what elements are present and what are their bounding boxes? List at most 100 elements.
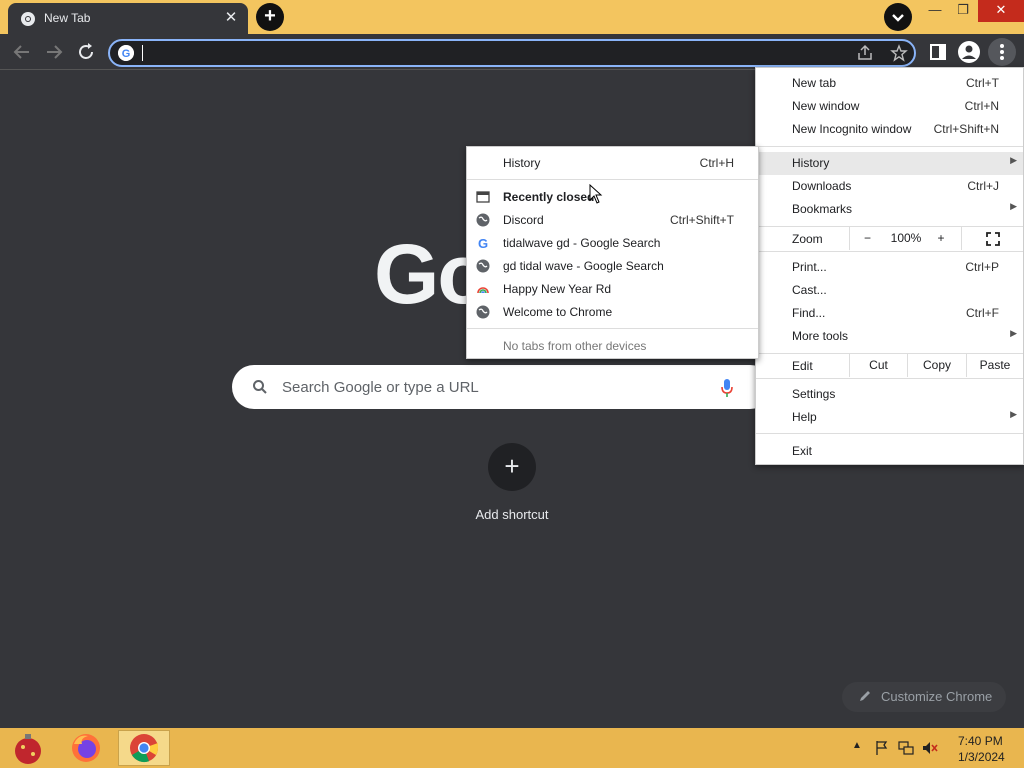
menu-separator <box>756 433 1023 434</box>
menu-shortcut: Ctrl+Shift+N <box>933 122 999 136</box>
chrome-menu-button[interactable] <box>988 38 1016 66</box>
tab-title: New Tab <box>44 11 91 25</box>
menu-item-label: Discord <box>503 213 544 227</box>
menu-shortcut: Ctrl+P <box>965 260 999 274</box>
minimize-button[interactable]: — <box>920 0 950 22</box>
google-icon: G <box>478 236 488 250</box>
menu-item-label: Bookmarks <box>792 202 853 216</box>
back-icon[interactable] <box>10 40 34 64</box>
menu-item-label: History <box>503 156 541 170</box>
tab-new-tab[interactable]: New Tab ✕ <box>8 3 248 34</box>
menu-separator <box>467 328 758 329</box>
menu-item-help[interactable]: Help ▶ <box>756 406 1023 429</box>
window-close-button[interactable]: ✕ <box>978 0 1024 22</box>
menu-item-label: History <box>792 156 830 170</box>
tray-overflow-icon[interactable]: ▲ <box>852 740 862 751</box>
history-menu-item-history[interactable]: History Ctrl+H <box>467 152 758 175</box>
zoom-level: 100% <box>890 231 922 245</box>
menu-shortcut: Ctrl+Shift+T <box>669 213 734 227</box>
tab-search-button[interactable] <box>884 3 912 31</box>
text-cursor <box>142 45 143 61</box>
fullscreen-icon <box>985 232 1000 246</box>
bookmark-star-icon[interactable] <box>890 44 908 62</box>
ntp-search-box[interactable] <box>232 365 772 409</box>
chrome-icon <box>21 12 35 26</box>
firefox-icon <box>72 734 100 762</box>
network-icon[interactable] <box>898 740 914 756</box>
menu-item-cast[interactable]: Cast... <box>756 279 1023 302</box>
forward-icon[interactable] <box>42 40 66 64</box>
toolbar: G <box>0 34 1024 70</box>
menu-item-print[interactable]: Print... Ctrl+P <box>756 256 1023 279</box>
chrome-main-menu: New tab Ctrl+T New window Ctrl+N New Incog… <box>755 67 1024 465</box>
start-button[interactable] <box>2 730 54 766</box>
history-item-happy-new-year[interactable]: Happy New Year Rd <box>467 278 758 301</box>
menu-item-label: Settings <box>792 387 836 401</box>
menu-item-label: tidalwave gd - Google Search <box>503 236 661 250</box>
ornament-icon <box>15 734 41 764</box>
new-tab-button[interactable]: + <box>256 3 284 31</box>
chevron-down-icon <box>892 14 904 22</box>
menu-separator <box>756 378 1023 379</box>
menu-item-edit: Edit Cut Copy Paste <box>756 354 1023 378</box>
submenu-arrow-icon: ▶ <box>1010 328 1017 338</box>
menu-item-new-tab[interactable]: New tab Ctrl+T <box>756 72 1023 95</box>
tab-close-icon[interactable]: ✕ <box>222 9 240 27</box>
history-item-discord[interactable]: Discord Ctrl+Shift+T <box>467 209 758 232</box>
menu-item-new-incognito-window[interactable]: New Incognito window Ctrl+Shift+N <box>756 118 1023 141</box>
menu-item-label: Cast... <box>792 283 827 297</box>
reload-icon[interactable] <box>74 40 98 64</box>
customize-chrome-button[interactable]: Customize Chrome <box>842 682 1006 712</box>
menu-item-new-window[interactable]: New window Ctrl+N <box>756 95 1023 118</box>
rainbow-icon <box>477 287 489 294</box>
menu-item-label: Happy New Year Rd <box>503 282 612 296</box>
menu-shortcut: Ctrl+J <box>967 179 999 193</box>
menu-item-label: More tools <box>792 329 849 343</box>
history-submenu: History Ctrl+H Recently closed Discord Ctr… <box>466 146 759 359</box>
window-icon <box>476 191 490 203</box>
add-shortcut-label: Add shortcut <box>475 507 549 522</box>
menu-separator <box>756 251 1023 252</box>
menu-item-find[interactable]: Find... Ctrl+F <box>756 302 1023 325</box>
ntp-search-input[interactable] <box>282 375 702 399</box>
menu-item-label: New tab <box>792 76 837 90</box>
svg-text:G: G <box>122 48 131 60</box>
search-icon <box>253 380 267 394</box>
recently-closed-label: Recently closed <box>503 190 595 204</box>
zoom-out-button[interactable]: − <box>849 227 885 250</box>
paste-button[interactable]: Paste <box>966 354 1023 377</box>
side-panel-icon[interactable] <box>926 40 950 64</box>
zoom-in-button[interactable]: + <box>927 227 955 250</box>
svg-text:G: G <box>478 236 488 250</box>
taskbar-chrome[interactable] <box>118 730 170 766</box>
menu-item-settings[interactable]: Settings <box>756 383 1023 406</box>
submenu-arrow-icon: ▶ <box>1010 201 1017 211</box>
submenu-arrow-icon: ▶ <box>1010 155 1017 165</box>
menu-item-label: gd tidal wave - Google Search <box>503 259 664 273</box>
no-other-devices-note: No tabs from other devices <box>467 335 758 358</box>
menu-item-label: Edit <box>792 359 813 373</box>
flag-icon[interactable] <box>874 740 890 756</box>
add-shortcut-button[interactable]: + <box>488 443 536 491</box>
cut-button[interactable]: Cut <box>849 354 907 377</box>
history-item-welcome-to-chrome[interactable]: Welcome to Chrome <box>467 301 758 324</box>
profile-icon[interactable] <box>957 40 981 64</box>
share-icon[interactable] <box>856 44 874 62</box>
fullscreen-button[interactable] <box>961 227 1023 250</box>
menu-item-bookmarks[interactable]: Bookmarks ▶ <box>756 198 1023 221</box>
taskbar-firefox[interactable] <box>60 730 112 766</box>
history-item-gd-tidal-wave[interactable]: gd tidal wave - Google Search <box>467 255 758 278</box>
copy-button[interactable]: Copy <box>907 354 966 377</box>
menu-item-exit[interactable]: Exit <box>756 440 1023 463</box>
microphone-icon[interactable] <box>720 378 734 398</box>
address-bar[interactable]: G <box>108 39 916 67</box>
speaker-muted-icon[interactable] <box>922 740 938 756</box>
menu-shortcut: Ctrl+F <box>966 306 999 320</box>
menu-item-label: Help <box>792 410 817 424</box>
clock-date: 1/3/2024 <box>958 750 1005 764</box>
restore-button[interactable]: ❐ <box>948 0 978 22</box>
menu-item-downloads[interactable]: Downloads Ctrl+J <box>756 175 1023 198</box>
history-item-tidalwave-gd[interactable]: G tidalwave gd - Google Search <box>467 232 758 255</box>
menu-item-more-tools[interactable]: More tools ▶ <box>756 325 1023 348</box>
menu-item-history[interactable]: History ▶ <box>756 152 1023 175</box>
